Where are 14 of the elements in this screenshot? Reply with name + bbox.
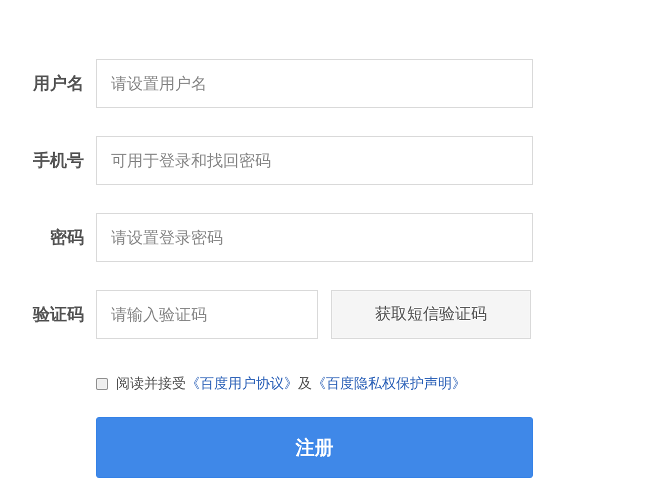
input-field[interactable]: 请设置用户名 — [96, 59, 533, 108]
field-label: 验证码 — [32, 304, 84, 326]
input-field[interactable]: 请设置登录密码 — [96, 213, 533, 262]
input-field[interactable]: 可用于登录和找回密码 — [96, 136, 533, 185]
input-field[interactable]: 请输入验证码 — [96, 290, 318, 339]
sms-code-button[interactable]: 获取短信验证码 — [331, 290, 531, 339]
agreement-link[interactable]: 《百度隐私权保护声明》 — [312, 376, 466, 392]
agreement-link[interactable]: 《百度用户协议》 — [186, 376, 298, 392]
agreement-text: 阅读并接受《百度用户协议》及《百度隐私权保护声明》 — [116, 375, 466, 393]
field-label: 密码 — [49, 227, 84, 249]
field-label: 用户名 — [32, 73, 84, 95]
checkbox[interactable] — [96, 378, 108, 390]
field-label: 手机号 — [32, 150, 84, 172]
register-button[interactable]: 注册 — [96, 417, 533, 478]
